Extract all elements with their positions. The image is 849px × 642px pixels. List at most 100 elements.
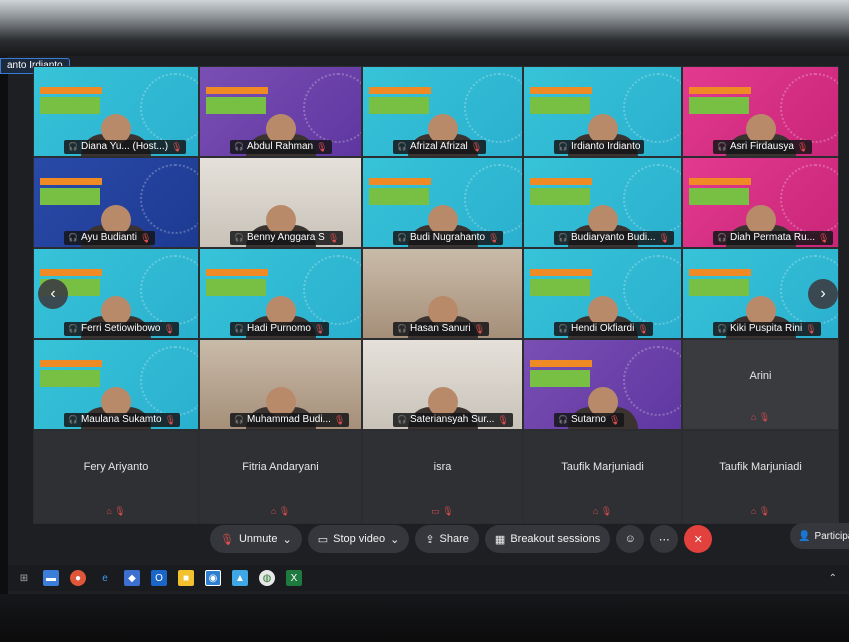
participant-tile[interactable]: 🎧 Muhammad Budi... 🎙 <box>199 339 362 430</box>
slide-banner <box>530 370 590 387</box>
participant-tile[interactable]: 🎧 Maulana Sukamto 🎙 <box>33 339 199 430</box>
slide-banner <box>530 269 592 276</box>
unmute-button[interactable]: 🎙 Unmute ⌄ <box>210 525 302 553</box>
mic-muted-icon: 🎙 <box>658 233 670 243</box>
headset-icon: 🎧 <box>234 415 244 424</box>
participant-tile[interactable]: 🎧 Irdianto Irdianto <box>523 66 682 157</box>
participant-tile[interactable]: 🎧 Budiaryanto Budi... 🎙 <box>523 157 682 248</box>
slide-banner <box>40 370 100 387</box>
slide-pattern <box>623 164 681 234</box>
webex-icon[interactable]: ◉ <box>205 570 221 586</box>
slide-banner <box>369 188 429 205</box>
participant-tile[interactable]: Fery Ariyanto ⌂ 🎙 <box>33 430 199 524</box>
participant-tile[interactable]: 🎧 Ayu Budianti 🎙 <box>33 157 199 248</box>
share-button[interactable]: ⇪ Share <box>415 525 479 553</box>
participant-tile[interactable]: 🎧 Asri Firdausya 🎙 <box>682 66 839 157</box>
name-tag: 🎧 Hasan Sanuri 🎙 <box>393 322 489 336</box>
more-icon: ⋯ <box>658 533 670 546</box>
name-tag: 🎧 Diah Permata Ru... 🎙 <box>713 231 834 245</box>
slide-banner <box>369 178 431 185</box>
slide-banner <box>40 87 102 94</box>
reactions-button[interactable]: ☺ <box>616 525 645 553</box>
mic-muted-icon: 🎙 <box>163 324 175 334</box>
participant-tile[interactable]: Taufik Marjuniadi ⌂ 🎙 <box>682 430 839 524</box>
task-view-icon[interactable]: ⊞ <box>16 570 32 586</box>
name-tag: 🎧 Hendi Okfiardi 🎙 <box>554 322 653 336</box>
mic-muted-icon: ⌂ 🎙 <box>270 506 291 516</box>
participant-name: Afrizal Afrizal <box>409 141 468 152</box>
participant-tile[interactable]: Arini ⌂ 🎙 <box>682 339 839 430</box>
breakout-sessions-button[interactable]: ▦ Breakout sessions <box>484 525 611 553</box>
participant-name: Hasan Sanuri <box>409 323 471 334</box>
mic-muted-icon: 🎙 <box>164 415 177 425</box>
participant-name: Maulana Sukamto <box>80 414 162 425</box>
headset-icon: 🎧 <box>717 142 727 151</box>
participants-label: Participan <box>814 530 849 542</box>
participant-tile[interactable]: 🎧 Sateriansyah Sur... 🎙 <box>362 339 523 430</box>
leave-button[interactable]: ✕ <box>684 525 713 553</box>
chevron-up-icon[interactable]: ⌃ <box>829 573 837 584</box>
headset-icon: 🎧 <box>397 142 407 151</box>
app-icon[interactable]: ◆ <box>124 570 140 586</box>
name-tag: 🎧 Irdianto Irdianto <box>554 140 645 154</box>
participant-tile[interactable]: 🎧 Hasan Sanuri 🎙 <box>362 248 523 339</box>
participant-name: Hadi Purnomo <box>246 323 311 334</box>
participant-tile[interactable]: 🎧 Diah Permata Ru... 🎙 <box>682 157 839 248</box>
slide-pattern <box>303 255 361 325</box>
participant-tile[interactable]: 🎧 Benny Anggara S 🎙 <box>199 157 362 248</box>
smiley-icon: ☺ <box>624 533 636 545</box>
name-tag: 🎧 Asri Firdausya 🎙 <box>713 140 813 154</box>
mic-muted-icon: 🎙 <box>333 415 346 425</box>
headset-icon: 🎧 <box>558 233 568 242</box>
participant-tile[interactable]: Taufik Marjuniadi ⌂ 🎙 <box>523 430 682 524</box>
headset-icon: 🎧 <box>68 415 78 424</box>
file-explorer-icon[interactable]: ▬ <box>43 570 59 586</box>
edge-icon[interactable]: e <box>97 570 113 586</box>
unmute-label: Unmute <box>238 533 278 545</box>
slide-pattern <box>140 255 198 325</box>
participant-name: Fery Ariyanto <box>83 461 149 473</box>
headset-icon: 🎧 <box>234 324 244 333</box>
participant-tile[interactable]: 🎧 Hendi Okfiardi 🎙 <box>523 248 682 339</box>
slide-pattern <box>140 73 198 143</box>
mic-muted-icon: 🎙 <box>818 233 830 243</box>
globe-icon[interactable]: ◍ <box>259 570 275 586</box>
mic-muted-icon: 🎙 <box>796 142 809 152</box>
participant-tile[interactable]: 🎧 Hadi Purnomo 🎙 <box>199 248 362 339</box>
participant-tile[interactable]: 🎧 Budi Nugrahanto 🎙 <box>362 157 523 248</box>
participant-name: Ayu Budianti <box>80 232 137 243</box>
participant-tile[interactable]: 🎧 Abdul Rahman 🎙 <box>199 66 362 157</box>
slide-pattern <box>140 164 198 234</box>
headset-icon: 🎧 <box>68 142 78 151</box>
participant-tile[interactable]: 🎧 Afrizal Afrizal 🎙 <box>362 66 523 157</box>
participant-tile[interactable]: 🎧 Diana Yu... (Host...) 🎙 <box>33 66 199 157</box>
chevron-down-icon[interactable]: ⌄ <box>283 533 292 546</box>
headset-icon: 🎧 <box>717 233 727 242</box>
os-taskbar: ⊞ ▬ ● e ◆ O ■ ◉ ▲ ◍ X ⌃ <box>8 565 849 591</box>
name-tag: 🎧 Muhammad Budi... 🎙 <box>230 413 350 427</box>
slide-banner <box>689 87 751 94</box>
sticky-notes-icon[interactable]: ■ <box>178 570 194 586</box>
participant-tile[interactable]: Fitria Andaryani ⌂ 🎙 <box>199 430 362 524</box>
chevron-left-icon[interactable]: ‹ <box>38 279 68 309</box>
name-tag: 🎧 Budi Nugrahanto 🎙 <box>393 231 504 245</box>
outlook-icon[interactable]: O <box>151 570 167 586</box>
slide-banner <box>530 97 590 114</box>
stop-video-button[interactable]: ▭ Stop video ⌄ <box>307 525 410 553</box>
headset-icon: 🎧 <box>234 233 244 242</box>
participant-name: Ferri Setiowibowo <box>80 323 161 334</box>
more-options-button[interactable]: ⋯ <box>650 525 679 553</box>
participant-name: Sutarno <box>570 414 606 425</box>
chevron-right-icon[interactable]: › <box>808 279 838 309</box>
meeting-controls: 🎙 Unmute ⌄ ▭ Stop video ⌄ ⇪ Share ▦ Brea… <box>210 525 713 553</box>
participants-button[interactable]: 👤 Participan <box>790 523 849 549</box>
name-tag: 🎧 Ferri Setiowibowo 🎙 <box>64 322 179 336</box>
participant-tile[interactable]: 🎧 Sutarno 🎙 <box>523 339 682 430</box>
headset-icon: 🎧 <box>397 415 407 424</box>
photos-icon[interactable]: ▲ <box>232 570 248 586</box>
name-tag: 🎧 Hadi Purnomo 🎙 <box>230 322 330 336</box>
excel-icon[interactable]: X <box>286 570 302 586</box>
chrome-icon[interactable]: ● <box>70 570 86 586</box>
participant-tile[interactable]: isra ▭ 🎙 <box>362 430 523 524</box>
chevron-down-icon[interactable]: ⌄ <box>390 533 399 546</box>
